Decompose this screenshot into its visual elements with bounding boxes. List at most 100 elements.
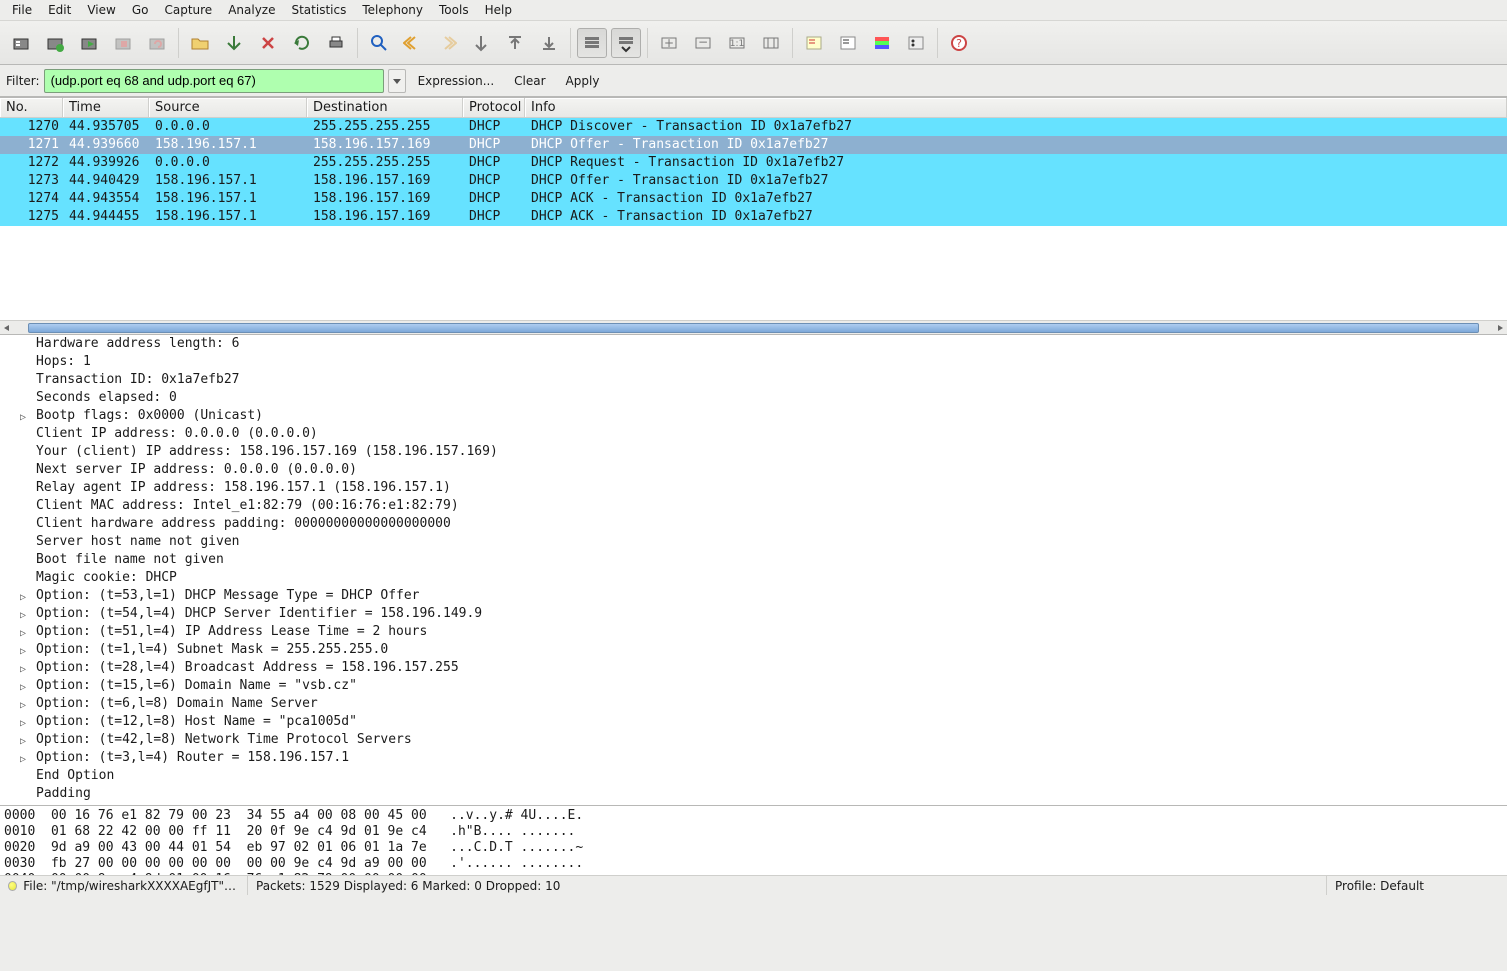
details-row[interactable]: Next server IP address: 0.0.0.0 (0.0.0.0… bbox=[0, 461, 1507, 479]
details-row[interactable]: Option: (t=51,l=4) IP Address Lease Time… bbox=[0, 623, 1507, 641]
packet-bytes-pane[interactable]: 0000 00 16 76 e1 82 79 00 23 34 55 a4 00… bbox=[0, 805, 1507, 875]
auto-scroll-button[interactable] bbox=[611, 28, 641, 58]
resize-columns-button[interactable] bbox=[756, 28, 786, 58]
apply-button[interactable]: Apply bbox=[558, 74, 608, 88]
go-forward-button[interactable] bbox=[432, 28, 462, 58]
stop-capture-button[interactable] bbox=[108, 28, 138, 58]
menu-help[interactable]: Help bbox=[477, 1, 520, 19]
packet-cell-src: 0.0.0.0 bbox=[149, 154, 307, 172]
menu-analyze[interactable]: Analyze bbox=[220, 1, 283, 19]
packet-details-pane[interactable]: Hardware address length: 6Hops: 1Transac… bbox=[0, 334, 1507, 805]
details-row[interactable]: Option: (t=53,l=1) DHCP Message Type = D… bbox=[0, 587, 1507, 605]
details-row[interactable]: Your (client) IP address: 158.196.157.16… bbox=[0, 443, 1507, 461]
packet-cell-time: 44.939660 bbox=[63, 136, 149, 154]
details-row[interactable]: Hops: 1 bbox=[0, 353, 1507, 371]
svg-text:+: + bbox=[664, 36, 674, 50]
scroll-right-icon bbox=[1493, 323, 1507, 333]
close-file-button[interactable] bbox=[253, 28, 283, 58]
capture-filters-button[interactable] bbox=[799, 28, 829, 58]
interface-list-button[interactable] bbox=[6, 28, 36, 58]
find-packet-button[interactable] bbox=[364, 28, 394, 58]
capture-options-button[interactable] bbox=[40, 28, 70, 58]
svg-text:1:1: 1:1 bbox=[730, 39, 744, 49]
menu-capture[interactable]: Capture bbox=[156, 1, 220, 19]
help-button[interactable]: ? bbox=[944, 28, 974, 58]
details-row[interactable]: Option: (t=15,l=6) Domain Name = "vsb.cz… bbox=[0, 677, 1507, 695]
column-protocol[interactable]: Protocol bbox=[463, 98, 525, 117]
packet-row[interactable]: 127144.939660158.196.157.1158.196.157.16… bbox=[0, 136, 1507, 154]
preferences-button[interactable] bbox=[901, 28, 931, 58]
details-row[interactable]: Padding bbox=[0, 785, 1507, 803]
details-row[interactable]: Hardware address length: 6 bbox=[0, 335, 1507, 353]
reload-button[interactable] bbox=[287, 28, 317, 58]
status-profile-cell[interactable]: Profile: Default bbox=[1327, 876, 1507, 895]
details-row[interactable]: Relay agent IP address: 158.196.157.1 (1… bbox=[0, 479, 1507, 497]
packet-row[interactable]: 127044.9357050.0.0.0255.255.255.255DHCPD… bbox=[0, 118, 1507, 136]
details-row[interactable]: Option: (t=6,l=8) Domain Name Server bbox=[0, 695, 1507, 713]
column-source[interactable]: Source bbox=[149, 98, 307, 117]
packet-cell-dst: 158.196.157.169 bbox=[307, 136, 463, 154]
packet-cell-time: 44.943554 bbox=[63, 190, 149, 208]
clear-button[interactable]: Clear bbox=[506, 74, 553, 88]
packet-cell-info: DHCP ACK - Transaction ID 0x1a7efb27 bbox=[525, 190, 1507, 208]
zoom-reset-button[interactable]: 1:1 bbox=[722, 28, 752, 58]
goto-first-button[interactable] bbox=[500, 28, 530, 58]
print-button[interactable] bbox=[321, 28, 351, 58]
details-row[interactable]: Option: (t=1,l=4) Subnet Mask = 255.255.… bbox=[0, 641, 1507, 659]
packet-row[interactable]: 127244.9399260.0.0.0255.255.255.255DHCPD… bbox=[0, 154, 1507, 172]
chevron-down-icon bbox=[392, 76, 402, 86]
details-row[interactable]: Bootp flags: 0x0000 (Unicast) bbox=[0, 407, 1507, 425]
status-file-cell[interactable]: File: "/tmp/wiresharkXXXXAEgfJT" 645... bbox=[0, 876, 248, 895]
menu-file[interactable]: File bbox=[4, 1, 40, 19]
details-row[interactable]: Client hardware address padding: 0000000… bbox=[0, 515, 1507, 533]
packet-list-body[interactable]: 127044.9357050.0.0.0255.255.255.255DHCPD… bbox=[0, 118, 1507, 320]
details-row[interactable]: Option: (t=3,l=4) Router = 158.196.157.1 bbox=[0, 749, 1507, 767]
colorize-button[interactable] bbox=[577, 28, 607, 58]
packet-cell-time: 44.939926 bbox=[63, 154, 149, 172]
restart-capture-button[interactable] bbox=[142, 28, 172, 58]
details-row[interactable]: Client MAC address: Intel_e1:82:79 (00:1… bbox=[0, 497, 1507, 515]
goto-packet-button[interactable] bbox=[466, 28, 496, 58]
packet-cell-info: DHCP Offer - Transaction ID 0x1a7efb27 bbox=[525, 172, 1507, 190]
goto-last-button[interactable] bbox=[534, 28, 564, 58]
packet-cell-src: 158.196.157.1 bbox=[149, 208, 307, 226]
menu-tools[interactable]: Tools bbox=[431, 1, 477, 19]
packet-row[interactable]: 127344.940429158.196.157.1158.196.157.16… bbox=[0, 172, 1507, 190]
packet-list-hscrollbar[interactable] bbox=[0, 320, 1507, 334]
details-row[interactable]: Transaction ID: 0x1a7efb27 bbox=[0, 371, 1507, 389]
zoom-out-button[interactable]: − bbox=[688, 28, 718, 58]
column-destination[interactable]: Destination bbox=[307, 98, 463, 117]
details-row[interactable]: Magic cookie: DHCP bbox=[0, 569, 1507, 587]
details-row[interactable]: Option: (t=12,l=8) Host Name = "pca1005d… bbox=[0, 713, 1507, 731]
details-row[interactable]: Server host name not given bbox=[0, 533, 1507, 551]
details-row[interactable]: Option: (t=54,l=4) DHCP Server Identifie… bbox=[0, 605, 1507, 623]
filter-history-dropdown[interactable] bbox=[388, 69, 406, 93]
menu-statistics[interactable]: Statistics bbox=[283, 1, 354, 19]
go-back-button[interactable] bbox=[398, 28, 428, 58]
filter-input[interactable] bbox=[44, 69, 384, 93]
packet-row[interactable]: 127444.943554158.196.157.1158.196.157.16… bbox=[0, 190, 1507, 208]
start-capture-button[interactable] bbox=[74, 28, 104, 58]
packet-cell-proto: DHCP bbox=[463, 190, 525, 208]
coloring-rules-button[interactable] bbox=[867, 28, 897, 58]
column-info[interactable]: Info bbox=[525, 98, 1507, 117]
details-row[interactable]: Seconds elapsed: 0 bbox=[0, 389, 1507, 407]
details-row[interactable]: Option: (t=42,l=8) Network Time Protocol… bbox=[0, 731, 1507, 749]
display-filters-button[interactable] bbox=[833, 28, 863, 58]
open-file-button[interactable] bbox=[185, 28, 215, 58]
menu-edit[interactable]: Edit bbox=[40, 1, 79, 19]
zoom-in-button[interactable]: + bbox=[654, 28, 684, 58]
expression-button[interactable]: Expression... bbox=[410, 74, 503, 88]
menu-telephony[interactable]: Telephony bbox=[354, 1, 431, 19]
details-row[interactable]: Option: (t=28,l=4) Broadcast Address = 1… bbox=[0, 659, 1507, 677]
column-time[interactable]: Time bbox=[63, 98, 149, 117]
details-row[interactable]: Client IP address: 0.0.0.0 (0.0.0.0) bbox=[0, 425, 1507, 443]
details-row[interactable]: End Option bbox=[0, 767, 1507, 785]
menu-view[interactable]: View bbox=[79, 1, 123, 19]
packet-row[interactable]: 127544.944455158.196.157.1158.196.157.16… bbox=[0, 208, 1507, 226]
details-row[interactable]: Boot file name not given bbox=[0, 551, 1507, 569]
menu-go[interactable]: Go bbox=[124, 1, 157, 19]
save-file-button[interactable] bbox=[219, 28, 249, 58]
packet-cell-dst: 158.196.157.169 bbox=[307, 208, 463, 226]
column-no[interactable]: No. bbox=[0, 98, 63, 117]
